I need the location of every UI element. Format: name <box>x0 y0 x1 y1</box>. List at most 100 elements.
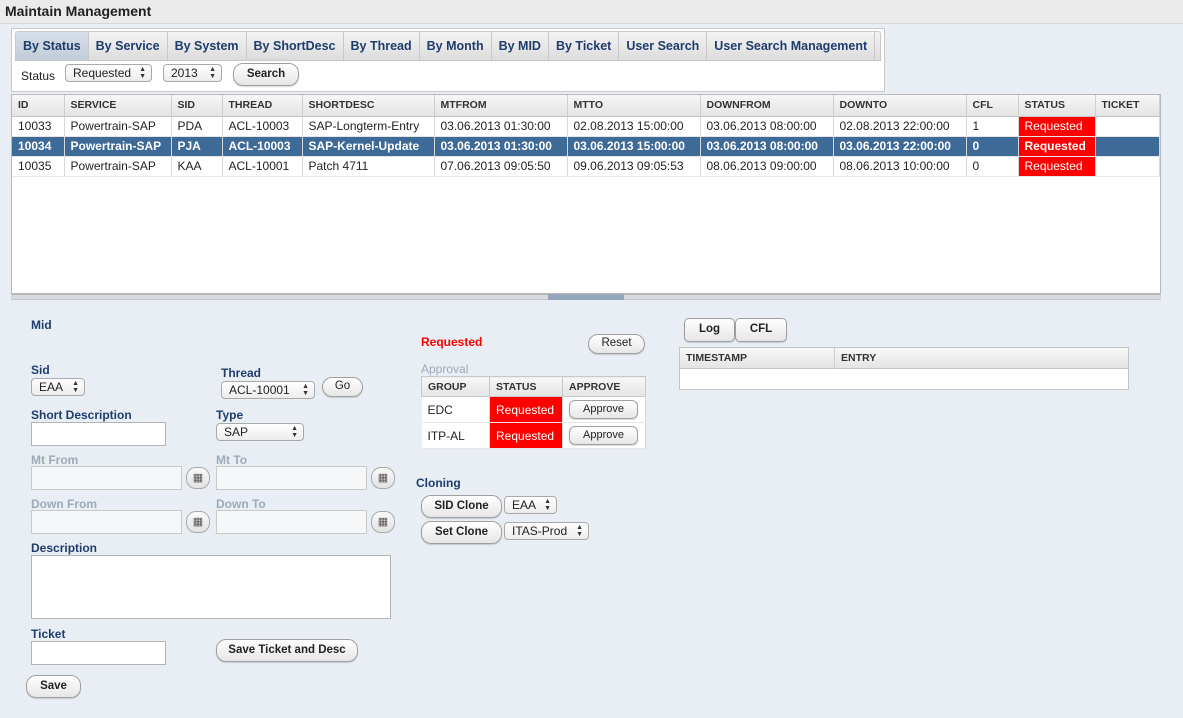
tab-by-mid[interactable]: By MID <box>492 32 549 60</box>
approve-button[interactable]: Approve <box>569 400 638 419</box>
status-select-value: Requested <box>73 66 132 80</box>
mt-from-input[interactable] <box>31 466 182 490</box>
status-filter-label: Status <box>21 69 56 83</box>
table-row[interactable]: 10033 Powertrain-SAP PDA ACL-10003 SAP-L… <box>12 116 1160 137</box>
log-column-divider <box>834 348 835 369</box>
cell-downfrom: 08.06.2013 09:00:00 <box>700 156 834 177</box>
chevron-updown-icon: ▲ ▼ <box>544 498 551 512</box>
column-header-service[interactable]: SERVICE <box>64 95 172 117</box>
sid-select[interactable]: EAA ▲ ▼ <box>31 378 85 396</box>
down-from-label: Down From <box>31 497 97 511</box>
approval-table: GROUP STATUS APPROVE EDC Requested Appro… <box>421 376 646 449</box>
column-header-mtto[interactable]: MTTO <box>567 95 701 117</box>
log-header-row <box>680 348 1128 369</box>
tab-user-search[interactable]: User Search <box>619 32 708 60</box>
cell-shortdesc: Patch 4711 <box>302 156 435 177</box>
tab-user-search-management[interactable]: User Search Management <box>707 32 876 60</box>
column-header-cfl[interactable]: CFL <box>966 95 1019 117</box>
cell-ticket <box>1095 156 1160 177</box>
ticket-label: Ticket <box>31 627 66 641</box>
cell-thread: ACL-10003 <box>222 116 303 137</box>
cell-ticket <box>1095 116 1160 137</box>
cell-shortdesc: SAP-Longterm-Entry <box>302 116 435 137</box>
splitter-grip[interactable] <box>548 294 624 300</box>
tab-bar: By Status By Service By System By ShortD… <box>15 31 881 61</box>
save-ticket-and-desc-button[interactable]: Save Ticket and Desc <box>216 639 358 662</box>
column-header-entry: ENTRY <box>841 352 877 364</box>
column-header-ticket[interactable]: TICKET <box>1095 95 1160 117</box>
calendar-icon[interactable]: ▦ <box>371 467 395 489</box>
mt-to-input[interactable] <box>216 466 367 490</box>
cell-sid: PDA <box>171 116 223 137</box>
cell-mtfrom: 03.06.2013 01:30:00 <box>434 116 568 137</box>
sid-clone-select-value: EAA <box>512 498 537 512</box>
tab-by-status[interactable]: By Status <box>16 32 89 60</box>
tab-by-shortdesc[interactable]: By ShortDesc <box>247 32 344 60</box>
thread-select[interactable]: ACL-10001 ▲ ▼ <box>221 381 315 399</box>
search-button[interactable]: Search <box>233 63 299 86</box>
short-description-label: Short Description <box>31 408 132 422</box>
cell-downto: 03.06.2013 22:00:00 <box>833 136 967 157</box>
thread-select-value: ACL-10001 <box>229 383 290 397</box>
description-textarea[interactable] <box>31 555 391 619</box>
cell-sid: PJA <box>171 136 223 157</box>
cell-status: Requested <box>1018 156 1096 177</box>
log-tab-button[interactable]: Log <box>684 318 735 342</box>
column-header-downto[interactable]: DOWNTO <box>833 95 967 117</box>
approval-group: ITP-AL <box>421 422 490 449</box>
approval-header-row: GROUP STATUS APPROVE <box>421 376 646 397</box>
cell-downfrom: 03.06.2013 08:00:00 <box>700 116 834 137</box>
approval-status: Requested <box>489 422 563 449</box>
cell-cfl: 0 <box>966 136 1019 157</box>
grid-header-row: ID SERVICE SID THREAD SHORTDESC MTFROM M… <box>12 95 1160 117</box>
column-header-id[interactable]: ID <box>12 95 65 117</box>
column-header-shortdesc[interactable]: SHORTDESC <box>302 95 435 117</box>
cell-mtto: 03.06.2013 15:00:00 <box>567 136 701 157</box>
reset-button[interactable]: Reset <box>588 334 645 354</box>
calendar-icon[interactable]: ▦ <box>371 511 395 533</box>
approve-button[interactable]: Approve <box>569 426 638 445</box>
column-header-mtfrom[interactable]: MTFROM <box>434 95 568 117</box>
table-row[interactable]: 10035 Powertrain-SAP KAA ACL-10001 Patch… <box>12 156 1160 177</box>
log-table: TIMESTAMP ENTRY <box>679 347 1129 390</box>
column-header-thread[interactable]: THREAD <box>222 95 303 117</box>
go-button[interactable]: Go <box>322 377 363 397</box>
ticket-input[interactable] <box>31 641 166 665</box>
tab-by-thread[interactable]: By Thread <box>344 32 420 60</box>
column-header-sid[interactable]: SID <box>171 95 223 117</box>
approval-status: Requested <box>489 396 563 423</box>
table-row-selected[interactable]: 10034 Powertrain-SAP PJA ACL-10003 SAP-K… <box>12 136 1160 157</box>
type-select-value: SAP <box>224 425 249 439</box>
sid-clone-button[interactable]: SID Clone <box>421 495 502 518</box>
save-button[interactable]: Save <box>26 675 81 698</box>
cell-mtfrom: 03.06.2013 01:30:00 <box>434 136 568 157</box>
down-to-input[interactable] <box>216 510 367 534</box>
tab-by-month[interactable]: By Month <box>420 32 492 60</box>
tab-by-service[interactable]: By Service <box>89 32 168 60</box>
tab-by-ticket[interactable]: By Ticket <box>549 32 620 60</box>
approval-row: EDC Requested Approve <box>421 396 646 423</box>
type-label: Type <box>216 408 244 422</box>
cell-shortdesc: SAP-Kernel-Update <box>302 136 435 157</box>
column-header-downfrom[interactable]: DOWNFROM <box>700 95 834 117</box>
set-clone-select[interactable]: ITAS-Prod ▲ ▼ <box>504 522 589 540</box>
calendar-icon[interactable]: ▦ <box>186 467 210 489</box>
tab-by-system[interactable]: By System <box>168 32 247 60</box>
status-select[interactable]: Requested ▲ ▼ <box>65 64 152 82</box>
sid-clone-select[interactable]: EAA ▲ ▼ <box>504 496 557 514</box>
set-clone-button[interactable]: Set Clone <box>421 521 502 544</box>
cell-status: Requested <box>1018 116 1096 137</box>
approval-action-cell: Approve <box>562 422 646 449</box>
type-select[interactable]: SAP ▲ ▼ <box>216 423 304 441</box>
short-description-input[interactable] <box>31 422 166 446</box>
year-select[interactable]: 2013 ▲ ▼ <box>163 64 222 82</box>
down-from-input[interactable] <box>31 510 182 534</box>
column-header-status[interactable]: STATUS <box>1018 95 1096 117</box>
cell-service: Powertrain-SAP <box>64 136 172 157</box>
tab-panel: By Status By Service By System By ShortD… <box>11 28 885 92</box>
cfl-tab-button[interactable]: CFL <box>735 318 787 342</box>
set-clone-select-value: ITAS-Prod <box>512 524 568 538</box>
thread-label: Thread <box>221 366 262 380</box>
column-header-approve: APPROVE <box>562 376 646 397</box>
calendar-icon[interactable]: ▦ <box>186 511 210 533</box>
